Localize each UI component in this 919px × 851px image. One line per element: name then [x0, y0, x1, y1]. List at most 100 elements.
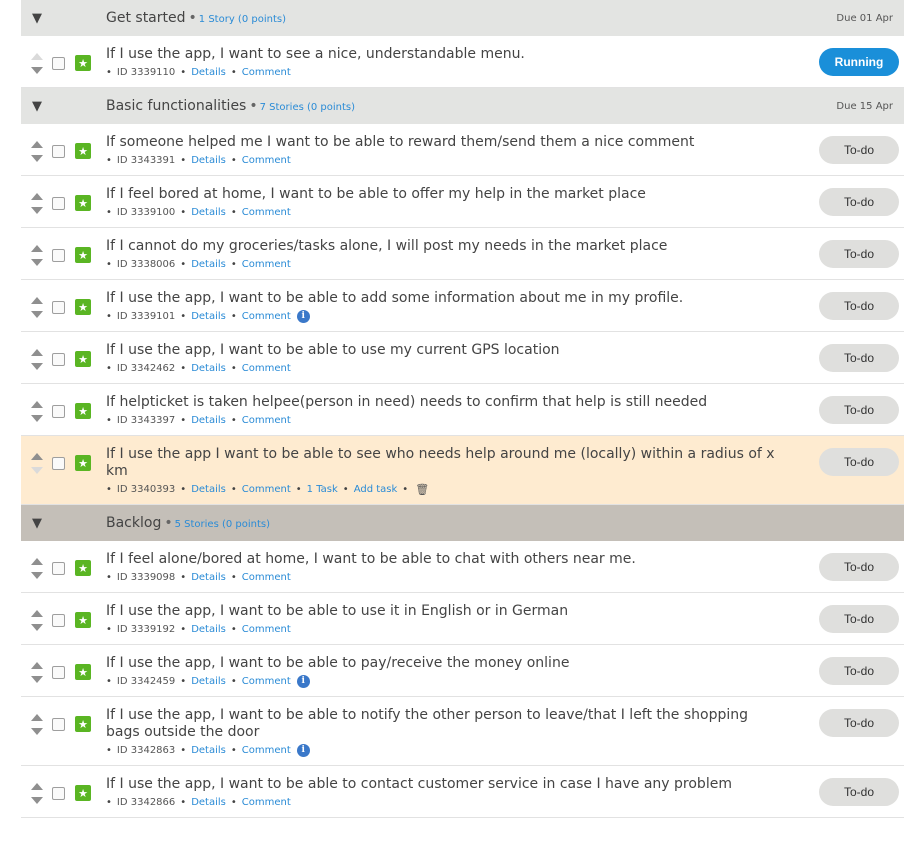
comment-link[interactable]: Comment — [242, 796, 291, 809]
details-link[interactable]: Details — [191, 414, 226, 427]
comment-link[interactable]: Comment — [242, 206, 291, 219]
comment-link[interactable]: Comment — [242, 483, 291, 496]
move-up-arrow-icon[interactable] — [31, 610, 43, 617]
status-button[interactable]: To-do — [819, 605, 899, 633]
comment-link[interactable]: Comment — [242, 154, 291, 167]
story-title[interactable]: If I use the app, I want to be able to u… — [106, 603, 784, 620]
story-title[interactable]: If I cannot do my groceries/tasks alone,… — [106, 238, 784, 255]
move-up-arrow-icon[interactable] — [31, 783, 43, 790]
comment-link[interactable]: Comment — [242, 362, 291, 375]
comment-link[interactable]: Comment — [242, 66, 291, 79]
story-checkbox[interactable] — [52, 457, 65, 470]
story-title[interactable]: If someone helped me I want to be able t… — [106, 134, 784, 151]
move-up-arrow-icon[interactable] — [31, 141, 43, 148]
story-title[interactable]: If I feel alone/bored at home, I want to… — [106, 551, 784, 568]
story-checkbox[interactable] — [52, 666, 65, 679]
story-title[interactable]: If I use the app, I want to be able to n… — [106, 707, 784, 741]
status-button[interactable]: To-do — [819, 240, 899, 268]
status-button[interactable]: To-do — [819, 778, 899, 806]
status-button[interactable]: To-do — [819, 448, 899, 476]
details-link[interactable]: Details — [191, 258, 226, 271]
move-up-arrow-icon[interactable] — [31, 453, 43, 460]
move-up-arrow-icon[interactable] — [31, 297, 43, 304]
details-link[interactable]: Details — [191, 483, 226, 496]
move-down-arrow-icon[interactable] — [31, 572, 43, 579]
move-down-arrow-icon[interactable] — [31, 728, 43, 735]
move-down-arrow-icon[interactable] — [31, 207, 43, 214]
move-up-arrow-icon[interactable] — [31, 401, 43, 408]
story-checkbox[interactable] — [52, 718, 65, 731]
story-title[interactable]: If I use the app, I want to be able to a… — [106, 290, 784, 307]
move-down-arrow-icon[interactable] — [31, 155, 43, 162]
status-button[interactable]: To-do — [819, 188, 899, 216]
status-button[interactable]: To-do — [819, 657, 899, 685]
details-link[interactable]: Details — [191, 744, 226, 757]
story-checkbox[interactable] — [52, 405, 65, 418]
story-checkbox[interactable] — [52, 353, 65, 366]
status-button[interactable]: To-do — [819, 292, 899, 320]
comment-link[interactable]: Comment — [242, 310, 291, 323]
story-checkbox[interactable] — [52, 562, 65, 575]
comment-link[interactable]: Comment — [242, 623, 291, 636]
move-down-arrow-icon[interactable] — [31, 363, 43, 370]
info-icon[interactable]: i — [296, 675, 310, 688]
story-checkbox[interactable] — [52, 249, 65, 262]
details-link[interactable]: Details — [191, 362, 226, 375]
task-count-link[interactable]: 1 Task — [307, 483, 338, 496]
move-down-arrow-icon[interactable] — [31, 311, 43, 318]
story-title[interactable]: If I use the app I want to be able to se… — [106, 446, 784, 480]
move-up-arrow-icon[interactable] — [31, 714, 43, 721]
story-checkbox[interactable] — [52, 301, 65, 314]
move-down-arrow-icon[interactable] — [31, 259, 43, 266]
move-up-arrow-icon[interactable] — [31, 193, 43, 200]
move-down-arrow-icon[interactable] — [31, 624, 43, 631]
move-up-arrow-icon[interactable] — [31, 558, 43, 565]
details-link[interactable]: Details — [191, 675, 226, 688]
status-button[interactable]: To-do — [819, 344, 899, 372]
info-icon[interactable]: i — [296, 310, 310, 323]
details-link[interactable]: Details — [191, 66, 226, 79]
move-down-arrow-icon[interactable] — [31, 676, 43, 683]
add-task-link[interactable]: Add task — [354, 483, 398, 496]
status-button[interactable]: To-do — [819, 136, 899, 164]
details-link[interactable]: Details — [191, 310, 226, 323]
trash-icon[interactable]: 🗑 — [415, 483, 429, 496]
move-down-arrow-icon[interactable] — [31, 467, 43, 474]
section-story-count-link[interactable]: 1 Story (0 points) — [199, 14, 286, 25]
status-button[interactable]: To-do — [819, 709, 899, 737]
story-checkbox[interactable] — [52, 197, 65, 210]
collapse-toggle-icon[interactable]: ▼ — [32, 0, 42, 36]
move-up-arrow-icon[interactable] — [31, 662, 43, 669]
details-link[interactable]: Details — [191, 154, 226, 167]
move-up-arrow-icon[interactable] — [31, 349, 43, 356]
move-up-arrow-icon[interactable] — [31, 245, 43, 252]
comment-link[interactable]: Comment — [242, 675, 291, 688]
story-checkbox[interactable] — [52, 787, 65, 800]
details-link[interactable]: Details — [191, 571, 226, 584]
story-checkbox[interactable] — [52, 145, 65, 158]
status-button[interactable]: Running — [819, 48, 899, 76]
status-button[interactable]: To-do — [819, 553, 899, 581]
move-down-arrow-icon[interactable] — [31, 67, 43, 74]
move-up-arrow-icon[interactable] — [31, 53, 43, 60]
collapse-toggle-icon[interactable]: ▼ — [32, 88, 42, 124]
story-title[interactable]: If I use the app, I want to see a nice, … — [106, 46, 784, 63]
story-checkbox[interactable] — [52, 614, 65, 627]
comment-link[interactable]: Comment — [242, 258, 291, 271]
story-title[interactable]: If I use the app, I want to be able to c… — [106, 776, 784, 793]
comment-link[interactable]: Comment — [242, 414, 291, 427]
move-down-arrow-icon[interactable] — [31, 415, 43, 422]
story-title[interactable]: If helpticket is taken helpee(person in … — [106, 394, 784, 411]
details-link[interactable]: Details — [191, 796, 226, 809]
story-title[interactable]: If I use the app, I want to be able to u… — [106, 342, 784, 359]
details-link[interactable]: Details — [191, 623, 226, 636]
status-button[interactable]: To-do — [819, 396, 899, 424]
section-story-count-link[interactable]: 7 Stories (0 points) — [260, 102, 355, 113]
info-icon[interactable]: i — [296, 744, 310, 757]
story-title[interactable]: If I use the app, I want to be able to p… — [106, 655, 784, 672]
comment-link[interactable]: Comment — [242, 571, 291, 584]
section-story-count-link[interactable]: 5 Stories (0 points) — [175, 519, 270, 530]
move-down-arrow-icon[interactable] — [31, 797, 43, 804]
comment-link[interactable]: Comment — [242, 744, 291, 757]
details-link[interactable]: Details — [191, 206, 226, 219]
